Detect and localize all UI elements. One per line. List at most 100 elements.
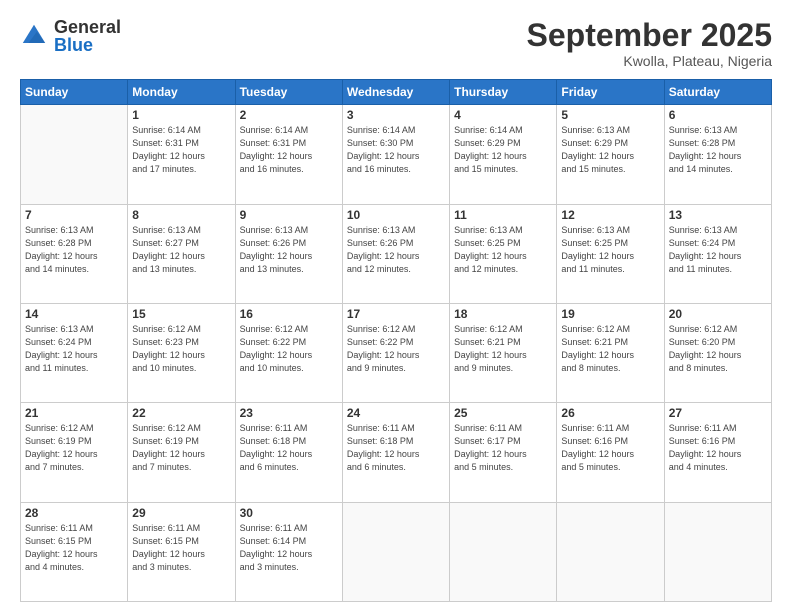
day-info: Sunrise: 6:13 AMSunset: 6:25 PMDaylight:… — [561, 224, 659, 276]
day-info: Sunrise: 6:12 AMSunset: 6:19 PMDaylight:… — [25, 422, 123, 474]
day-number: 19 — [561, 307, 659, 321]
day-number: 21 — [25, 406, 123, 420]
calendar-cell: 1Sunrise: 6:14 AMSunset: 6:31 PMDaylight… — [128, 105, 235, 204]
day-info: Sunrise: 6:13 AMSunset: 6:26 PMDaylight:… — [240, 224, 338, 276]
calendar-cell: 30Sunrise: 6:11 AMSunset: 6:14 PMDayligh… — [235, 502, 342, 601]
day-header-wednesday: Wednesday — [342, 80, 449, 105]
calendar-cell: 14 Sunrise: 6:13 AMSunset: 6:24 PMDayligh… — [21, 303, 128, 402]
day-number: 24 — [347, 406, 445, 420]
calendar-cell — [557, 502, 664, 601]
week-row-2: 7 Sunrise: 6:13 AMSunset: 6:28 PMDaylight… — [21, 204, 772, 303]
day-header-friday: Friday — [557, 80, 664, 105]
day-number: 27 — [669, 406, 767, 420]
day-info: Sunrise: 6:13 AMSunset: 6:29 PMDaylight:… — [561, 124, 659, 176]
header: General Blue September 2025 Kwolla, Plat… — [20, 18, 772, 69]
calendar-cell: 25 Sunrise: 6:11 AMSunset: 6:17 PMDayligh… — [450, 403, 557, 502]
day-number: 2 — [240, 108, 338, 122]
day-number: 16 — [240, 307, 338, 321]
day-info: Sunrise: 6:13 AMSunset: 6:24 PMDaylight:… — [25, 323, 123, 375]
day-number: 8 — [132, 208, 230, 222]
day-header-thursday: Thursday — [450, 80, 557, 105]
calendar-cell — [342, 502, 449, 601]
day-number: 25 — [454, 406, 552, 420]
day-info: Sunrise: 6:12 AMSunset: 6:21 PMDaylight:… — [561, 323, 659, 375]
logo-general-text: General — [54, 18, 121, 36]
calendar-cell: 5 Sunrise: 6:13 AMSunset: 6:29 PMDaylight… — [557, 105, 664, 204]
logo: General Blue — [20, 18, 121, 54]
day-info: Sunrise: 6:12 AMSunset: 6:22 PMDaylight:… — [240, 323, 338, 375]
day-info: Sunrise: 6:12 AMSunset: 6:19 PMDaylight:… — [132, 422, 230, 474]
day-number: 5 — [561, 108, 659, 122]
calendar-cell: 8Sunrise: 6:13 AMSunset: 6:27 PMDaylight… — [128, 204, 235, 303]
calendar-cell: 18 Sunrise: 6:12 AMSunset: 6:21 PMDayligh… — [450, 303, 557, 402]
title-block: September 2025 Kwolla, Plateau, Nigeria — [527, 18, 772, 69]
day-number: 10 — [347, 208, 445, 222]
day-number: 4 — [454, 108, 552, 122]
calendar-cell — [664, 502, 771, 601]
calendar-cell: 26 Sunrise: 6:11 AMSunset: 6:16 PMDayligh… — [557, 403, 664, 502]
calendar-cell: 3 Sunrise: 6:14 AMSunset: 6:30 PMDaylight… — [342, 105, 449, 204]
location-subtitle: Kwolla, Plateau, Nigeria — [527, 53, 772, 69]
day-number: 9 — [240, 208, 338, 222]
day-number: 17 — [347, 307, 445, 321]
day-number: 1 — [132, 108, 230, 122]
week-row-4: 21 Sunrise: 6:12 AMSunset: 6:19 PMDayligh… — [21, 403, 772, 502]
day-info: Sunrise: 6:11 AMSunset: 6:16 PMDaylight:… — [561, 422, 659, 474]
calendar-cell: 29Sunrise: 6:11 AMSunset: 6:15 PMDayligh… — [128, 502, 235, 601]
day-info: Sunrise: 6:14 AMSunset: 6:29 PMDaylight:… — [454, 124, 552, 176]
calendar-cell: 11 Sunrise: 6:13 AMSunset: 6:25 PMDayligh… — [450, 204, 557, 303]
day-info: Sunrise: 6:14 AMSunset: 6:31 PMDaylight:… — [240, 124, 338, 176]
day-info: Sunrise: 6:11 AMSunset: 6:15 PMDaylight:… — [132, 522, 230, 574]
day-info: Sunrise: 6:11 AMSunset: 6:14 PMDaylight:… — [240, 522, 338, 574]
day-number: 14 — [25, 307, 123, 321]
calendar-cell: 19 Sunrise: 6:12 AMSunset: 6:21 PMDayligh… — [557, 303, 664, 402]
day-number: 3 — [347, 108, 445, 122]
day-header-sunday: Sunday — [21, 80, 128, 105]
calendar-cell: 22 Sunrise: 6:12 AMSunset: 6:19 PMDayligh… — [128, 403, 235, 502]
day-header-tuesday: Tuesday — [235, 80, 342, 105]
day-info: Sunrise: 6:12 AMSunset: 6:21 PMDaylight:… — [454, 323, 552, 375]
day-number: 22 — [132, 406, 230, 420]
week-row-5: 28Sunrise: 6:11 AMSunset: 6:15 PMDayligh… — [21, 502, 772, 601]
day-number: 23 — [240, 406, 338, 420]
day-info: Sunrise: 6:12 AMSunset: 6:23 PMDaylight:… — [132, 323, 230, 375]
calendar-cell — [450, 502, 557, 601]
page: General Blue September 2025 Kwolla, Plat… — [0, 0, 792, 612]
day-info: Sunrise: 6:13 AMSunset: 6:24 PMDaylight:… — [669, 224, 767, 276]
logo-blue-text: Blue — [54, 36, 121, 54]
calendar-cell: 20 Sunrise: 6:12 AMSunset: 6:20 PMDayligh… — [664, 303, 771, 402]
logo-icon — [20, 22, 48, 50]
day-number: 7 — [25, 208, 123, 222]
calendar-cell: 15 Sunrise: 6:12 AMSunset: 6:23 PMDayligh… — [128, 303, 235, 402]
day-info: Sunrise: 6:13 AMSunset: 6:25 PMDaylight:… — [454, 224, 552, 276]
calendar-cell: 4 Sunrise: 6:14 AMSunset: 6:29 PMDaylight… — [450, 105, 557, 204]
day-info: Sunrise: 6:14 AMSunset: 6:30 PMDaylight:… — [347, 124, 445, 176]
day-number: 15 — [132, 307, 230, 321]
day-number: 11 — [454, 208, 552, 222]
day-info: Sunrise: 6:13 AMSunset: 6:28 PMDaylight:… — [25, 224, 123, 276]
calendar-cell: 9 Sunrise: 6:13 AMSunset: 6:26 PMDaylight… — [235, 204, 342, 303]
calendar-cell: 21 Sunrise: 6:12 AMSunset: 6:19 PMDayligh… — [21, 403, 128, 502]
calendar-cell: 7 Sunrise: 6:13 AMSunset: 6:28 PMDaylight… — [21, 204, 128, 303]
day-info: Sunrise: 6:11 AMSunset: 6:17 PMDaylight:… — [454, 422, 552, 474]
day-info: Sunrise: 6:11 AMSunset: 6:16 PMDaylight:… — [669, 422, 767, 474]
calendar-cell: 6Sunrise: 6:13 AMSunset: 6:28 PMDaylight… — [664, 105, 771, 204]
day-info: Sunrise: 6:12 AMSunset: 6:20 PMDaylight:… — [669, 323, 767, 375]
day-number: 20 — [669, 307, 767, 321]
calendar-cell: 24Sunrise: 6:11 AMSunset: 6:18 PMDayligh… — [342, 403, 449, 502]
calendar-cell: 2 Sunrise: 6:14 AMSunset: 6:31 PMDaylight… — [235, 105, 342, 204]
day-number: 18 — [454, 307, 552, 321]
calendar-cell: 17Sunrise: 6:12 AMSunset: 6:22 PMDayligh… — [342, 303, 449, 402]
day-number: 13 — [669, 208, 767, 222]
calendar-cell: 16 Sunrise: 6:12 AMSunset: 6:22 PMDayligh… — [235, 303, 342, 402]
day-number: 26 — [561, 406, 659, 420]
week-row-1: 1 Sunrise: 6:14 AMSunset: 6:31 PMDaylight… — [21, 105, 772, 204]
day-number: 6 — [669, 108, 767, 122]
calendar-cell: 10 Sunrise: 6:13 AMSunset: 6:26 PMDayligh… — [342, 204, 449, 303]
calendar-cell: 13 Sunrise: 6:13 AMSunset: 6:24 PMDayligh… — [664, 204, 771, 303]
day-info: Sunrise: 6:13 AMSunset: 6:26 PMDaylight:… — [347, 224, 445, 276]
calendar-cell: 27 Sunrise: 6:11 AMSunset: 6:16 PMDayligh… — [664, 403, 771, 502]
day-header-monday: Monday — [128, 80, 235, 105]
day-info: Sunrise: 6:11 AMSunset: 6:18 PMDaylight:… — [240, 422, 338, 474]
calendar-cell: 28Sunrise: 6:11 AMSunset: 6:15 PMDayligh… — [21, 502, 128, 601]
